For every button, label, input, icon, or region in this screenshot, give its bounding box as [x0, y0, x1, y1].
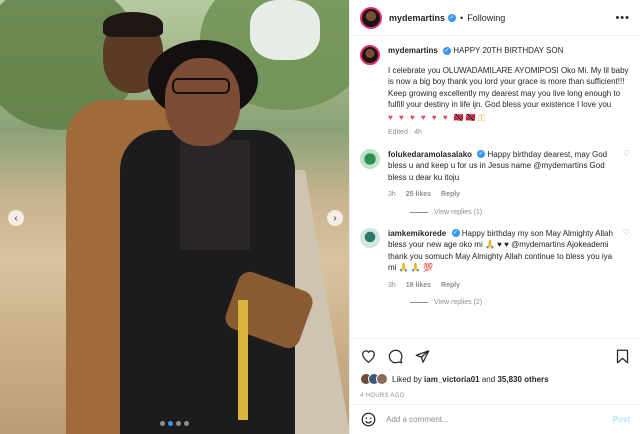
divider-line: [410, 302, 428, 303]
comment: folukedaramolasalako ✓ Happy birthday de…: [360, 148, 630, 201]
tassel: [238, 300, 248, 420]
comment-username[interactable]: iamkemikorede: [388, 229, 446, 238]
comment: iamkemikorede ✓ Happy birthday my son Ma…: [360, 227, 630, 292]
carousel-dots: [160, 421, 189, 426]
carousel-prev-button[interactable]: ‹: [8, 210, 24, 226]
emoji-icon[interactable]: [360, 412, 376, 428]
action-bar: Liked by iam_victoria01 and 35,830 other…: [350, 338, 640, 399]
caption-body: I celebrate you OLUWADAMILARE AYOMIPOSI …: [388, 65, 629, 110]
comments-scroll[interactable]: mydemartins ✓ HAPPY 20TH BIRTHDAY SON I …: [350, 37, 640, 337]
comment-meta: 3h 18 likes Reply: [388, 280, 615, 292]
divider-line: [410, 211, 428, 213]
carousel-dot: [160, 421, 165, 426]
comment-icon[interactable]: [387, 348, 403, 364]
man-hair: [103, 12, 163, 37]
caption-meta: Edited · 4h: [388, 129, 422, 136]
woman-head: [165, 58, 240, 146]
add-comment-bar: Post: [350, 404, 640, 434]
carousel-next-button[interactable]: ›: [327, 210, 343, 226]
avatar[interactable]: [360, 45, 380, 65]
comment-meta: 3h 25 likes Reply: [388, 189, 615, 201]
comment-time: 3h: [388, 191, 396, 198]
post-header: mydemartins ✓ • Following •••: [350, 0, 640, 36]
likes-prefix: Liked by: [392, 374, 422, 384]
likes-count-link[interactable]: 35,830 others: [497, 375, 548, 384]
share-icon[interactable]: [414, 348, 430, 364]
more-options-icon[interactable]: •••: [615, 12, 630, 24]
carousel-dot: [176, 421, 181, 426]
separator: •: [460, 12, 464, 23]
verified-icon: ✓: [443, 46, 452, 55]
avatar[interactable]: [360, 227, 380, 248]
glasses: [172, 78, 230, 94]
following-button[interactable]: Following: [467, 13, 505, 23]
avatar[interactable]: [360, 6, 382, 29]
header-username[interactable]: mydemartins: [389, 13, 445, 23]
post-side-panel: mydemartins ✓ • Following ••• mydemartin…: [349, 0, 640, 434]
post-viewer: ‹ › mydemartins ✓ • Following ••• mydema…: [0, 0, 640, 434]
post-timestamp: 4 HOURS AGO: [360, 393, 405, 399]
view-replies-button[interactable]: View replies (1): [410, 209, 630, 216]
view-replies-label: View replies (1): [434, 208, 483, 216]
liked-by-user-link[interactable]: iam_victoria01: [424, 375, 480, 384]
view-replies-button[interactable]: View replies (2): [410, 299, 630, 306]
woman-shirt: [180, 140, 250, 250]
comment-time: 3h: [388, 281, 396, 289]
reply-button[interactable]: Reply: [441, 191, 460, 198]
avatar[interactable]: [360, 148, 380, 169]
carousel-dot-active: [168, 421, 173, 426]
post-photo: ‹ ›: [0, 0, 349, 434]
comment-input[interactable]: [386, 415, 603, 424]
reply-button[interactable]: Reply: [441, 282, 460, 289]
heart-outline-icon[interactable]: ♡: [623, 149, 630, 201]
comment-likes[interactable]: 25 likes: [406, 191, 431, 198]
carousel-dot: [184, 421, 189, 426]
caption: mydemartins ✓ HAPPY 20TH BIRTHDAY SON I …: [360, 45, 630, 139]
post-button[interactable]: Post: [613, 415, 630, 424]
view-replies-label: View replies (2): [434, 299, 483, 306]
caption-title: HAPPY 20TH BIRTHDAY SON: [453, 46, 564, 55]
likes-and: and: [481, 374, 496, 384]
heart-outline-icon[interactable]: ♡: [623, 228, 630, 292]
chevron-left-icon: ‹: [14, 212, 18, 224]
caption-hearts: ♥ ♥ ♥ ♥ ♥ ♥ 🇹🇹🇹🇹🇹: [388, 112, 487, 122]
sky: [250, 0, 320, 60]
verified-icon: ✓: [477, 150, 486, 159]
comment-username[interactable]: folukedaramolasalako: [388, 150, 472, 159]
heart-icon[interactable]: [360, 348, 376, 364]
caption-username[interactable]: mydemartins: [388, 46, 438, 55]
verified-icon: ✓: [451, 229, 460, 238]
bookmark-icon[interactable]: [614, 348, 630, 364]
chevron-right-icon: ›: [333, 212, 337, 224]
likes-summary: Liked by iam_victoria01 and 35,830 other…: [360, 373, 630, 385]
comment-likes[interactable]: 18 likes: [406, 282, 431, 289]
liker-avatar: [376, 373, 388, 385]
verified-icon: ✓: [448, 13, 457, 22]
